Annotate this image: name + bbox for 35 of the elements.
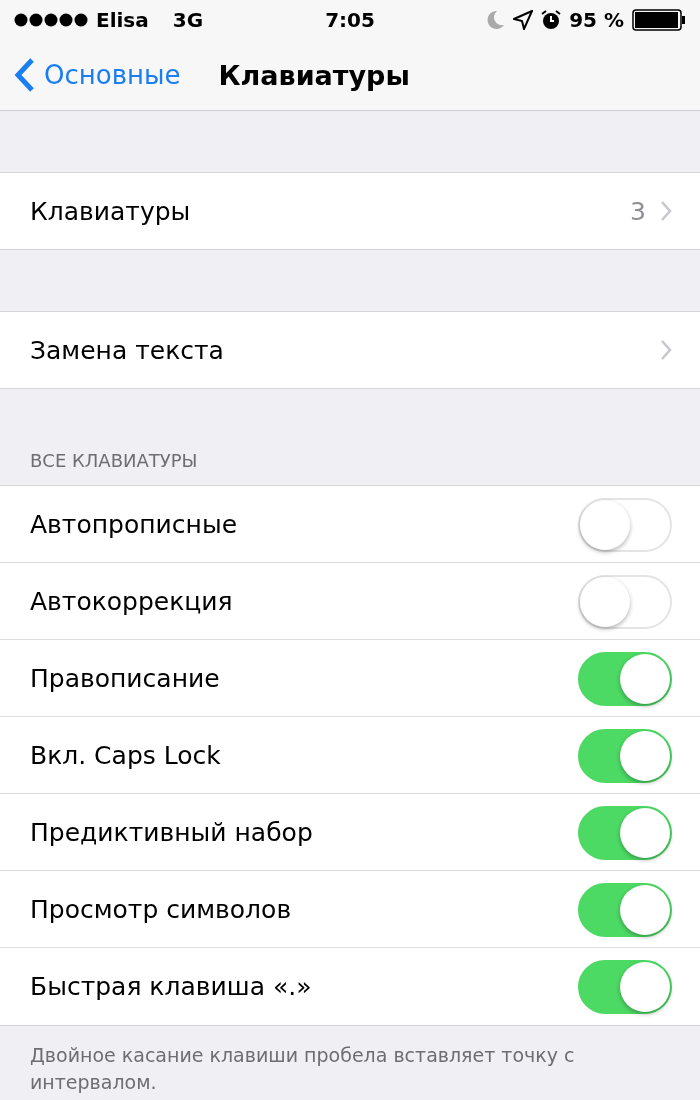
row-label: Замена текста bbox=[30, 335, 225, 365]
footer-note: Двойное касание клавиши пробела вставляет точку с интервалом. bbox=[29, 1043, 576, 1095]
row-label: Клавиатуры bbox=[30, 196, 192, 226]
toggle-switch[interactable] bbox=[578, 805, 672, 860]
toggle-switch[interactable] bbox=[578, 497, 672, 552]
row-value: 3 bbox=[630, 196, 646, 226]
toggle-switch[interactable] bbox=[578, 651, 672, 706]
toggle-switch[interactable] bbox=[578, 574, 672, 629]
row-label: Быстрая клавиша «.» bbox=[30, 972, 313, 1001]
toggle-switch[interactable] bbox=[578, 728, 672, 783]
toggle-switch[interactable] bbox=[578, 959, 672, 1014]
settings-row[interactable]: Замена текста bbox=[0, 312, 700, 388]
row-label: Вкл. Caps Lock bbox=[30, 741, 222, 770]
chevron-icon bbox=[660, 200, 672, 222]
toggle-switch[interactable] bbox=[578, 882, 672, 937]
alarm-clock-icon bbox=[541, 10, 562, 30]
carrier-name: Elisa bbox=[96, 8, 149, 32]
page-title: Клавиатуры bbox=[218, 59, 410, 91]
back-chevron-icon bbox=[14, 57, 36, 93]
location-arrow-icon bbox=[513, 10, 534, 30]
settings-row[interactable]: Клавиатуры 3 bbox=[0, 173, 700, 249]
row-label: Предиктивный набор bbox=[30, 818, 314, 847]
battery-icon bbox=[632, 9, 686, 31]
moon-icon bbox=[487, 10, 506, 30]
row-label: Автопрописные bbox=[30, 510, 238, 539]
back-button[interactable]: Основные bbox=[14, 57, 181, 93]
section-header: ВСЕ КЛАВИАТУРЫ bbox=[30, 450, 198, 471]
row-label: Правописание bbox=[30, 664, 221, 693]
row-label: Автокоррекция bbox=[30, 587, 234, 616]
battery-percent: 95 % bbox=[569, 8, 624, 32]
signal-icon bbox=[14, 13, 88, 27]
network-type: 3G bbox=[172, 8, 204, 32]
row-label: Просмотр символов bbox=[30, 895, 293, 924]
clock: 7:05 bbox=[325, 8, 375, 32]
chevron-icon bbox=[660, 339, 672, 361]
